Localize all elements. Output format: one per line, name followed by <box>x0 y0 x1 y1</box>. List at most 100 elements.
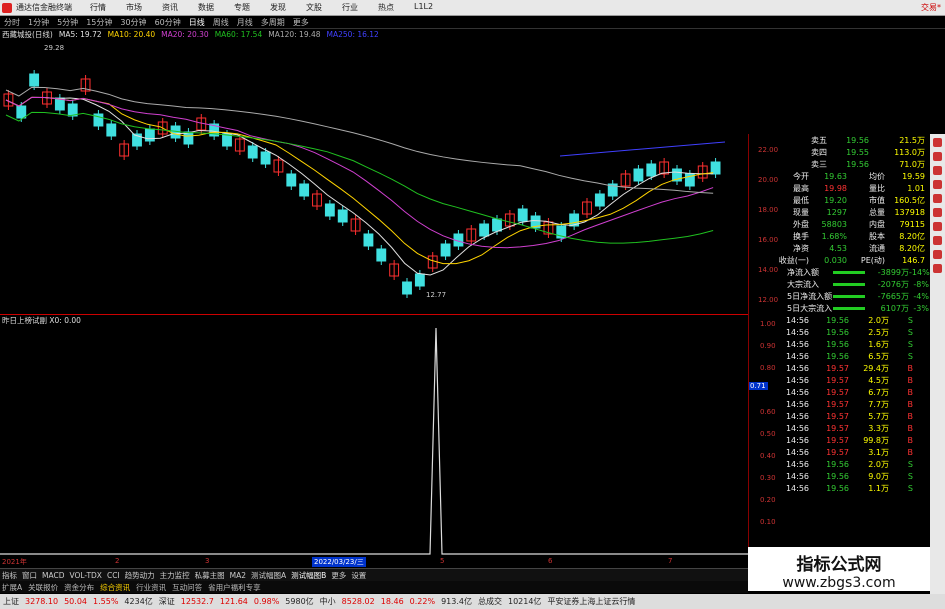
tool-icon[interactable] <box>933 138 942 147</box>
candlestick-chart[interactable]: 29.28 12.77 <box>0 40 748 314</box>
tick-price: 19.56 <box>826 351 849 361</box>
flow-label: 净流入额 <box>787 267 819 277</box>
tool-icon[interactable] <box>933 152 942 161</box>
period-tab-active[interactable]: 日线 <box>189 17 205 28</box>
trade-button[interactable]: 交易* <box>921 2 941 13</box>
tick-volume: 2.0万 <box>868 315 889 325</box>
menu-item[interactable]: 发现 <box>270 2 286 13</box>
tick-volume: 99.8万 <box>863 435 889 445</box>
tool-icon[interactable] <box>933 166 942 175</box>
menu-item[interactable]: 行情 <box>90 2 106 13</box>
tab-test-a[interactable]: 测试幅图A <box>251 570 286 581</box>
indicator-chart[interactable] <box>0 326 748 556</box>
field-value: 8.20亿 <box>899 243 925 253</box>
cursor-date: 2022/03/23/三 <box>312 557 366 567</box>
tab-vol[interactable]: VOL-TDX <box>69 571 101 580</box>
stock-name: 西藏城投(日线) <box>2 30 53 39</box>
period-tab[interactable]: 60分钟 <box>155 17 181 28</box>
tab-window[interactable]: 窗口 <box>22 570 37 581</box>
field-value: 1.68% <box>821 231 847 241</box>
low-note: 12.77 <box>426 291 446 299</box>
tool-icon[interactable] <box>933 264 942 273</box>
zx-change: 18.46 <box>380 597 404 606</box>
period-tab[interactable]: 月线 <box>237 17 253 28</box>
period-tab[interactable]: 15分钟 <box>86 17 112 28</box>
flow-bar <box>833 270 865 274</box>
quote-row: 14:56 19.57 6.7万 B <box>749 386 930 398</box>
field-value: 19.98 <box>824 183 847 193</box>
tool-icon[interactable] <box>933 194 942 203</box>
tick-side: S <box>907 327 913 337</box>
tab-settings[interactable]: 设置 <box>351 570 366 581</box>
tool-icon[interactable] <box>933 236 942 245</box>
info-tab-active[interactable]: 综合资讯 <box>100 582 130 593</box>
quote-row: 现量 1297 总量 137918 <box>749 206 930 218</box>
info-tab[interactable]: 扩展A <box>2 582 22 593</box>
tool-icon[interactable] <box>933 180 942 189</box>
tick-time: 14:56 <box>785 411 809 421</box>
period-tab[interactable]: 多周期 <box>261 17 285 28</box>
tick-price: 19.57 <box>826 375 849 385</box>
tick-volume: 2.5万 <box>868 327 889 337</box>
tool-icon[interactable] <box>933 222 942 231</box>
tick-side: B <box>907 399 914 409</box>
tick-side: S <box>907 339 913 349</box>
ask-volume: 21.5万 <box>899 135 925 145</box>
period-tab[interactable]: 周线 <box>213 17 229 28</box>
field-label: 换手 <box>793 231 809 241</box>
info-tab[interactable]: 行业资讯 <box>136 582 166 593</box>
info-tab[interactable]: 资金分布 <box>64 582 94 593</box>
period-tab[interactable]: 5分钟 <box>57 17 78 28</box>
tick-time: 14:56 <box>785 447 809 457</box>
tick-side: B <box>907 423 914 433</box>
period-tab[interactable]: 30分钟 <box>120 17 146 28</box>
ask-label: 卖三 <box>811 159 827 169</box>
period-tab[interactable]: 更多 <box>293 17 309 28</box>
menu-item[interactable]: 行业 <box>342 2 358 13</box>
menu-item[interactable]: 数据 <box>198 2 214 13</box>
tool-icon[interactable] <box>933 250 942 259</box>
quote-row: 14:56 19.57 4.5万 B <box>749 374 930 386</box>
zx-amount: 913.4亿 <box>441 597 472 606</box>
ask-price: 19.55 <box>846 147 869 157</box>
tab-ma2[interactable]: MA2 <box>230 571 246 580</box>
tool-icon[interactable] <box>933 208 942 217</box>
menu-item[interactable]: 资讯 <box>162 2 178 13</box>
quote-row: 14:56 19.56 2.0万 S <box>749 458 930 470</box>
period-tab[interactable]: 分时 <box>4 17 20 28</box>
field-value: 160.5亿 <box>894 195 925 205</box>
field-value: 1.01 <box>907 183 925 193</box>
menu-item[interactable]: 市场 <box>126 2 142 13</box>
tab-monitor[interactable]: 主力监控 <box>160 570 190 581</box>
tab-macd[interactable]: MACD <box>42 571 64 580</box>
tick-price: 19.57 <box>826 447 849 457</box>
tick-price: 19.56 <box>826 315 849 325</box>
menu-item[interactable]: 专题 <box>234 2 250 13</box>
ask-volume: 71.0万 <box>899 159 925 169</box>
quote-row: 14:56 19.56 2.0万 S <box>749 314 930 326</box>
tab-private[interactable]: 私募主图 <box>195 570 225 581</box>
tab-test-b[interactable]: 测试幅图B <box>291 570 326 581</box>
info-tab[interactable]: 互动问答 <box>172 582 202 593</box>
tab-more[interactable]: 更多 <box>331 570 346 581</box>
field-value: 19.20 <box>824 195 847 205</box>
tab-cci[interactable]: CCI <box>107 571 120 580</box>
tick-time: 14:56 <box>785 363 809 373</box>
app-name: 通达信金融终端 <box>16 3 72 12</box>
sh-pct: 1.55% <box>93 597 119 606</box>
tab-indicator[interactable]: 指标 <box>2 570 17 581</box>
menu-item[interactable]: 文股 <box>306 2 322 13</box>
period-tab[interactable]: 1分钟 <box>28 17 49 28</box>
info-tab[interactable]: 关联报价 <box>28 582 58 593</box>
tick-price: 19.56 <box>826 327 849 337</box>
field-label: 市值 <box>869 195 885 205</box>
time-axis: 2021年 2 3 2022/03/23/三 5 6 7 <box>0 556 748 567</box>
quote-row: 净流入额 -3899万 -14% <box>749 266 930 278</box>
tab-trend[interactable]: 趋势动力 <box>125 570 155 581</box>
tick-time: 14:56 <box>785 387 809 397</box>
menu-item[interactable]: 热点 <box>378 2 394 13</box>
flow-pct: -4% <box>913 291 929 301</box>
info-tab[interactable]: 省用户福利专享 <box>208 582 261 593</box>
menu-item[interactable]: L1L2 <box>414 2 433 13</box>
tick-side: B <box>907 447 914 457</box>
